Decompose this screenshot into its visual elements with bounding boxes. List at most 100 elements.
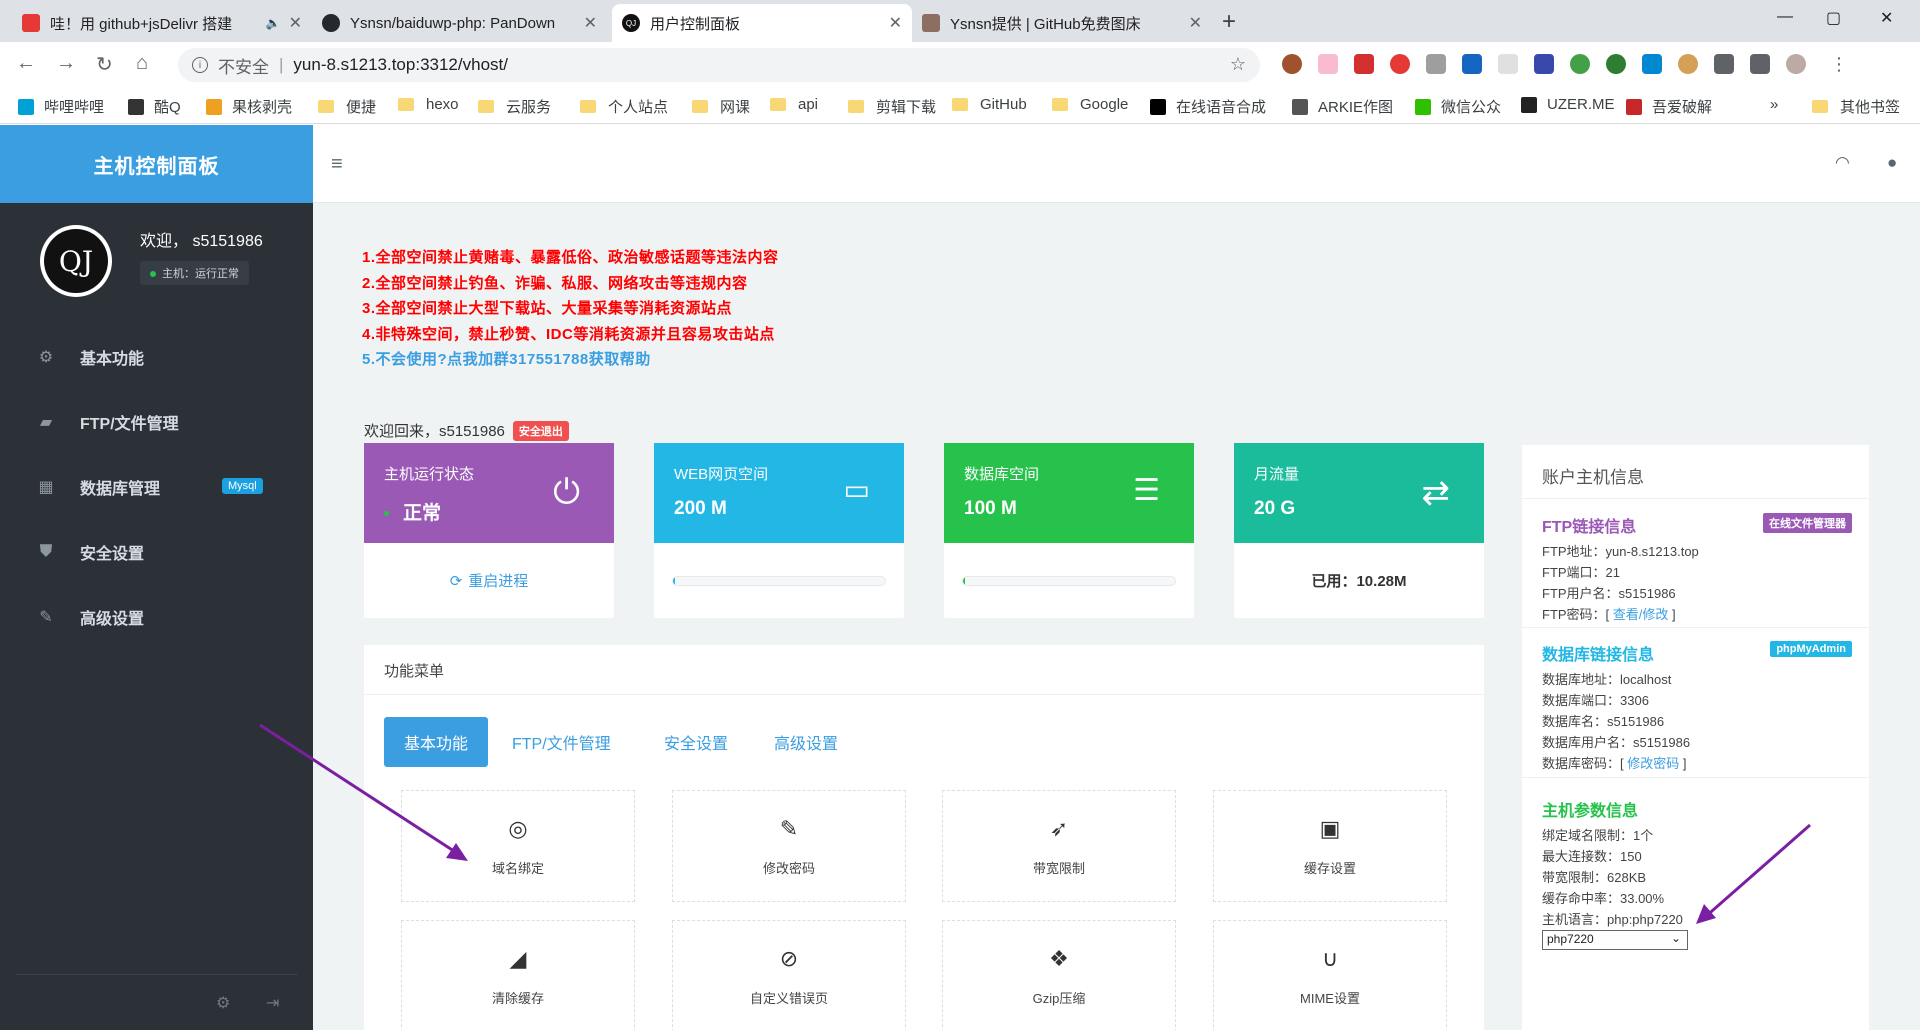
refresh-icon: ⟳: [449, 572, 463, 590]
bookmark-item[interactable]: 酷Q: [128, 96, 181, 117]
phpmyadmin-button[interactable]: phpMyAdmin: [1770, 641, 1852, 657]
tab-advanced[interactable]: 高级设置: [774, 717, 838, 767]
reload-icon[interactable]: ↻: [96, 52, 113, 77]
bookmark-item[interactable]: 云服务: [478, 96, 551, 117]
sidebar-item-security[interactable]: ⛊ 安全设置: [36, 540, 144, 564]
browser-tab-active[interactable]: QJ 用户控制面板 ✕: [612, 4, 912, 42]
extension-icon[interactable]: [1678, 54, 1698, 74]
back-icon[interactable]: ←: [16, 52, 36, 75]
host-status-badge: 主机：运行正常: [140, 261, 249, 285]
bookmark-item[interactable]: Google: [1052, 96, 1128, 113]
notice-help-link[interactable]: 5.不会使用?点我加群317551788获取帮助: [362, 347, 779, 373]
extension-icon[interactable]: [1606, 54, 1626, 74]
bookmark-more[interactable]: »: [1770, 96, 1778, 113]
bookmark-item[interactable]: ARKIE作图: [1292, 96, 1393, 117]
bookmark-item[interactable]: 剪辑下载: [848, 96, 936, 117]
headset-icon[interactable]: ◠: [1835, 153, 1850, 173]
edit-icon: ✎: [39, 609, 53, 626]
bookmark-star-icon[interactable]: ☆: [1230, 54, 1246, 75]
top-header: ≡ ◠ ●: [313, 125, 1920, 203]
bookmark-item[interactable]: 网课: [692, 96, 750, 117]
browser-tab[interactable]: Ysnsn/baiduwp-php: PanDown ✕: [312, 4, 607, 42]
puzzle-icon[interactable]: [1714, 54, 1734, 74]
info-icon[interactable]: i: [192, 57, 208, 73]
bookmark-item[interactable]: 哔哩哔哩: [18, 96, 104, 117]
reading-list-icon[interactable]: [1750, 54, 1770, 74]
row-label: 数据库密码：[: [1542, 756, 1628, 771]
extension-icon[interactable]: [1354, 54, 1374, 74]
bookmark-item[interactable]: 个人站点: [580, 96, 668, 117]
bookmark-item[interactable]: 微信公众: [1415, 96, 1501, 117]
logout-button[interactable]: 安全退出: [512, 420, 569, 441]
tile-bandwidth[interactable]: ➶ 带宽限制: [942, 790, 1176, 902]
database-space-card: 数据库空间 100 M ☰: [944, 443, 1194, 618]
change-db-password-link[interactable]: 修改密码: [1627, 756, 1679, 771]
close-window-icon[interactable]: ✕: [1880, 8, 1893, 28]
wrench-icon: ✎: [779, 815, 799, 841]
bookmark-item[interactable]: api: [770, 96, 818, 113]
tab-title: 用户控制面板: [650, 15, 741, 33]
extension-icon[interactable]: [1498, 54, 1518, 74]
address-bar[interactable]: i 不安全 | yun-8.s1213.top:3312/vhost/ ☆: [178, 48, 1260, 82]
extension-icon[interactable]: [1534, 54, 1554, 74]
url-text[interactable]: yun-8.s1213.top:3312/vhost/: [293, 55, 508, 75]
sidebar-item-basic[interactable]: ⚙ 基本功能: [36, 345, 144, 369]
menu-kebab-icon[interactable]: ⋮: [1830, 54, 1848, 74]
minimize-icon[interactable]: —: [1777, 8, 1793, 26]
extension-icon[interactable]: [1282, 54, 1302, 74]
bookmark-item[interactable]: hexo: [398, 96, 459, 113]
extension-icon[interactable]: [1642, 54, 1662, 74]
other-bookmarks[interactable]: 其他书签: [1812, 96, 1900, 117]
tile-change-password[interactable]: ✎ 修改密码: [672, 790, 906, 902]
traffic-used: 已用：10.28M: [1311, 573, 1407, 590]
user-icon[interactable]: ●: [1887, 153, 1897, 173]
folder-icon: [318, 100, 334, 113]
browser-tab[interactable]: Ysnsn提供 | GitHub免费图床 ✕: [912, 4, 1212, 42]
view-password-link[interactable]: 查看/修改: [1613, 607, 1669, 622]
menu-toggle-icon[interactable]: ≡: [331, 153, 343, 176]
tile-cache-settings[interactable]: ▣ 缓存设置: [1213, 790, 1447, 902]
tile-clear-cache[interactable]: ◢ 清除缓存: [401, 920, 635, 1030]
close-tab-icon[interactable]: ✕: [1189, 13, 1202, 33]
browser-tab[interactable]: 哇！用 github+jsDelivr 搭建 🔈 ✕: [12, 4, 312, 42]
extension-icon[interactable]: [1462, 54, 1482, 74]
tile-mime[interactable]: ∪ MIME设置: [1213, 920, 1447, 1030]
forward-icon[interactable]: →: [56, 52, 76, 75]
sidebar-item-ftp[interactable]: ▰ FTP/文件管理: [36, 410, 179, 434]
home-icon[interactable]: ⌂: [136, 52, 148, 75]
bookmark-label: 剪辑下载: [876, 99, 937, 116]
tab-ftp[interactable]: FTP/文件管理: [512, 717, 611, 767]
file-manager-button[interactable]: 在线文件管理器: [1763, 513, 1852, 533]
maximize-icon[interactable]: ▢: [1826, 8, 1841, 28]
sidebar-item-advanced[interactable]: ✎ 高级设置: [36, 605, 144, 629]
speaker-icon[interactable]: 🔈: [266, 16, 281, 30]
restart-process-button[interactable]: ⟳ 重启进程: [364, 543, 614, 618]
bookmark-item[interactable]: 果核剥壳: [206, 96, 292, 117]
extension-icon[interactable]: [1570, 54, 1590, 74]
close-tab-icon[interactable]: ✕: [289, 13, 302, 33]
profile-avatar-icon[interactable]: [1786, 54, 1806, 74]
settings-icon[interactable]: ⚙: [216, 993, 230, 1013]
tile-gzip[interactable]: ❖ Gzip压缩: [942, 920, 1176, 1030]
brand-title[interactable]: 主机控制面板: [0, 125, 313, 203]
power-icon: ⏻: [553, 473, 580, 511]
exchange-icon: ⇄: [1421, 474, 1451, 512]
bookmark-item[interactable]: 吾爱破解: [1626, 96, 1712, 117]
close-tab-icon[interactable]: ✕: [584, 13, 597, 33]
bookmark-item[interactable]: 在线语音合成: [1150, 96, 1266, 117]
bookmark-item[interactable]: UZER.ME: [1521, 96, 1615, 113]
sidebar-item-database[interactable]: ▦ 数据库管理: [36, 475, 160, 499]
tile-custom-error[interactable]: ⊘ 自定义错误页: [672, 920, 906, 1030]
close-tab-icon[interactable]: ✕: [889, 13, 902, 33]
extension-icon[interactable]: [1426, 54, 1446, 74]
bookmark-item[interactable]: GitHub: [952, 96, 1027, 113]
extension-icon[interactable]: [1390, 54, 1410, 74]
extension-icon[interactable]: [1318, 54, 1338, 74]
php-version-select[interactable]: php7220 ⌄: [1542, 930, 1688, 950]
new-tab-icon[interactable]: +: [1222, 8, 1236, 36]
host-status-card: 主机运行状态 正常 ⏻ ⟳ 重启进程: [364, 443, 614, 618]
tile-label: Gzip压缩: [1032, 990, 1086, 1006]
bookmark-item[interactable]: 便捷: [318, 96, 376, 117]
tab-security[interactable]: 安全设置: [664, 717, 728, 767]
logout-icon[interactable]: ⇥: [266, 993, 279, 1013]
